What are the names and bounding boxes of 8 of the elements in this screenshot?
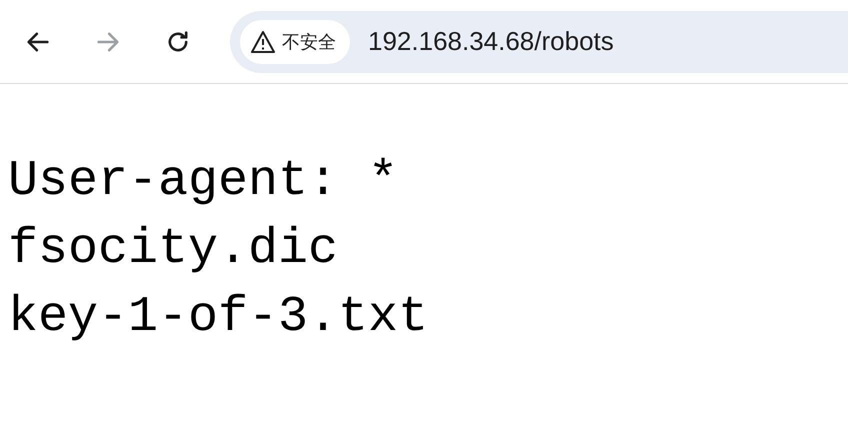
security-label: 不安全: [282, 30, 336, 54]
security-chip[interactable]: 不安全: [240, 20, 350, 64]
text-line: fsocity.dic: [8, 220, 340, 280]
text-line: key-1-of-3.txt: [8, 288, 430, 348]
text-line: User-agent: *: [8, 152, 400, 212]
warning-icon: [250, 30, 276, 54]
address-bar[interactable]: 不安全 192.168.34.68/robots: [230, 10, 848, 72]
url-text: 192.168.34.68/robots: [368, 26, 614, 57]
